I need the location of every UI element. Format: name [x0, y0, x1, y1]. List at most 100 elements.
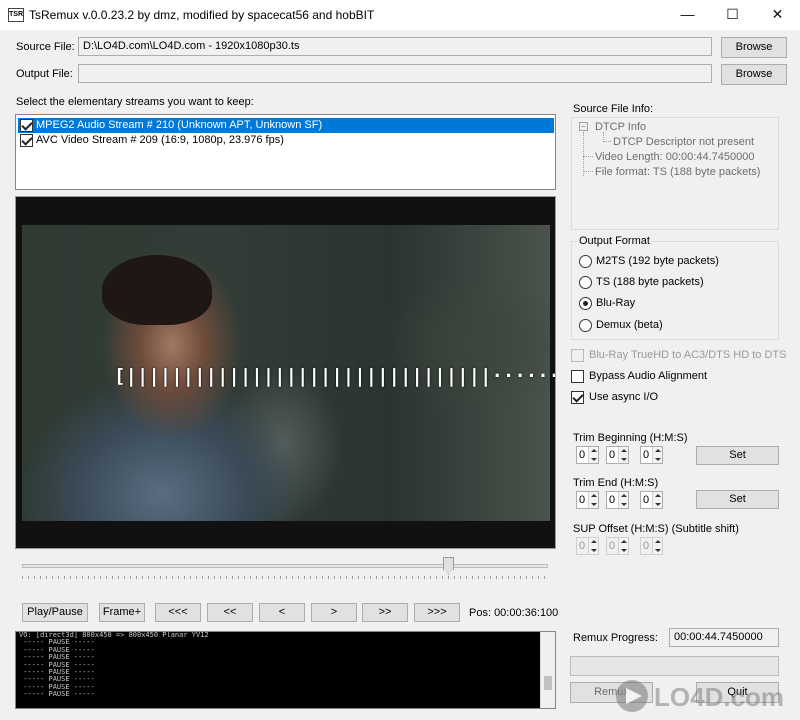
- output-file-field[interactable]: [78, 64, 712, 83]
- video-preview[interactable]: [||||||||||||||||||||||||||||||||······]: [15, 196, 556, 549]
- spin-arrows-icon[interactable]: [652, 492, 662, 508]
- seek-slider[interactable]: [22, 564, 548, 568]
- console-line: ----- PAUSE -----: [19, 682, 95, 691]
- sup-offset-hours-value: 0: [579, 540, 586, 552]
- frame-forward-button[interactable]: Frame+: [99, 603, 145, 622]
- trim-beginning-hours[interactable]: 0: [576, 446, 599, 464]
- lo4d-watermark: LO4D.com: [612, 676, 792, 716]
- forward-3-button[interactable]: >>>: [414, 603, 460, 622]
- console-line: ----- PAUSE -----: [19, 675, 95, 684]
- video-subject: [102, 255, 212, 325]
- sup-offset-seconds-value: 0: [643, 540, 650, 552]
- spin-arrows-icon[interactable]: [588, 538, 598, 554]
- forward-2-button[interactable]: >>: [362, 603, 408, 622]
- radio-ts[interactable]: [579, 276, 592, 289]
- stream-item-video[interactable]: AVC Video Stream # 209 (16:9, 1080p, 23.…: [18, 133, 554, 148]
- bypass-audio-label[interactable]: Bypass Audio Alignment: [589, 370, 707, 382]
- trim-beginning-seconds-value: 0: [643, 449, 650, 461]
- source-info-label: Source File Info:: [573, 103, 654, 115]
- trim-beginning-minutes[interactable]: 0: [606, 446, 629, 464]
- radio-demux-label[interactable]: Demux (beta): [596, 319, 663, 331]
- close-button[interactable]: ✕: [755, 0, 800, 30]
- buffer-indicator: [||||||||||||||||||||||||||||||||······]: [114, 365, 556, 387]
- trim-beginning-seconds[interactable]: 0: [640, 446, 663, 464]
- source-info-tree[interactable]: − DTCP Info DTCP Descriptor not present …: [571, 117, 779, 230]
- trim-end-seconds[interactable]: 0: [640, 491, 663, 509]
- tree-connector: [583, 156, 593, 157]
- spin-arrows-icon[interactable]: [618, 492, 628, 508]
- output-format-group: Output Format M2TS (192 byte packets) TS…: [571, 235, 779, 340]
- console-line: ----- PAUSE -----: [19, 660, 95, 669]
- source-file-label: Source File:: [16, 41, 75, 53]
- output-browse-button[interactable]: Browse: [721, 64, 787, 85]
- radio-bluray-label[interactable]: Blu-Ray: [596, 297, 635, 309]
- radio-ts-label[interactable]: TS (188 byte packets): [596, 276, 704, 288]
- trim-end-minutes-value: 0: [609, 494, 616, 506]
- console-line: ----- PAUSE -----: [19, 690, 95, 699]
- spin-arrows-icon[interactable]: [652, 447, 662, 463]
- spin-arrows-icon[interactable]: [618, 538, 628, 554]
- trim-end-set-button[interactable]: Set: [696, 490, 779, 509]
- trim-end-hours-value: 0: [579, 494, 586, 506]
- console-line: ----- PAUSE -----: [19, 645, 95, 654]
- trim-end-label: Trim End (H:M:S): [573, 477, 659, 489]
- stream-video-label: AVC Video Stream # 209 (16:9, 1080p, 23.…: [36, 134, 284, 146]
- tree-connector: [583, 171, 593, 172]
- bluray-truehd-checkbox[interactable]: [571, 349, 584, 362]
- radio-m2ts-label[interactable]: M2TS (192 byte packets): [596, 255, 719, 267]
- sup-offset-seconds[interactable]: 0: [640, 537, 663, 555]
- rewind-3-button[interactable]: <<<: [155, 603, 201, 622]
- stream-audio-checkbox[interactable]: [20, 119, 33, 132]
- position-label: Pos: 00:00:36:100: [469, 607, 559, 619]
- async-io-label[interactable]: Use async I/O: [589, 391, 658, 403]
- sup-offset-minutes-value: 0: [609, 540, 616, 552]
- trim-end-seconds-value: 0: [643, 494, 650, 506]
- console-scrollbar-thumb[interactable]: [544, 676, 552, 690]
- tree-dtcp-descriptor[interactable]: DTCP Descriptor not present: [613, 136, 754, 148]
- play-pause-button[interactable]: Play/Pause: [22, 603, 88, 622]
- source-file-field[interactable]: D:\LO4D.com\LO4D.com - 1920x1080p30.ts: [78, 37, 712, 56]
- radio-demux[interactable]: [579, 319, 592, 332]
- radio-bluray[interactable]: [579, 297, 592, 310]
- remux-progress-label: Remux Progress:: [573, 632, 658, 644]
- stream-video-checkbox[interactable]: [20, 134, 33, 147]
- maximize-button[interactable]: ☐: [710, 0, 755, 30]
- output-format-title: Output Format: [577, 235, 652, 247]
- spin-arrows-icon[interactable]: [652, 538, 662, 554]
- console-scrollbar[interactable]: [540, 632, 555, 708]
- console-line: ----- PAUSE -----: [19, 668, 95, 677]
- console-output: VO: [direct3d] 800x450 => 800x450 Planar…: [15, 631, 556, 709]
- forward-1-button[interactable]: >: [311, 603, 357, 622]
- console-line: ----- PAUSE -----: [19, 653, 95, 662]
- async-io-checkbox[interactable]: [571, 391, 584, 404]
- remux-progress-bar: [570, 656, 779, 676]
- tree-video-length[interactable]: Video Length: 00:00:44.7450000: [595, 151, 754, 163]
- spin-arrows-icon[interactable]: [618, 447, 628, 463]
- source-browse-button[interactable]: Browse: [721, 37, 787, 58]
- bluray-truehd-label: Blu-Ray TrueHD to AC3/DTS HD to DTS: [589, 349, 787, 361]
- tree-connector: [583, 132, 584, 176]
- sup-offset-label: SUP Offset (H:M:S) (Subtitle shift): [573, 523, 739, 535]
- minimize-button[interactable]: —: [665, 0, 710, 30]
- radio-m2ts[interactable]: [579, 255, 592, 268]
- seek-slider-thumb[interactable]: [443, 557, 454, 575]
- spin-arrows-icon[interactable]: [588, 447, 598, 463]
- trim-beginning-set-button[interactable]: Set: [696, 446, 779, 465]
- trim-end-minutes[interactable]: 0: [606, 491, 629, 509]
- spin-arrows-icon[interactable]: [588, 492, 598, 508]
- seek-slider-ticks: [22, 576, 548, 579]
- trim-beginning-hours-value: 0: [579, 449, 586, 461]
- bypass-audio-checkbox[interactable]: [571, 370, 584, 383]
- trim-end-hours[interactable]: 0: [576, 491, 599, 509]
- streams-list[interactable]: MPEG2 Audio Stream # 210 (Unknown APT, U…: [15, 114, 556, 190]
- rewind-1-button[interactable]: <: [259, 603, 305, 622]
- collapse-icon[interactable]: −: [579, 122, 588, 131]
- tree-file-format[interactable]: File format: TS (188 byte packets): [595, 166, 760, 178]
- stream-item-audio[interactable]: MPEG2 Audio Stream # 210 (Unknown APT, U…: [18, 118, 554, 133]
- sup-offset-minutes[interactable]: 0: [606, 537, 629, 555]
- lo4d-watermark-text: LO4D.com: [654, 682, 785, 712]
- console-line: ----- PAUSE -----: [19, 638, 95, 647]
- rewind-2-button[interactable]: <<: [207, 603, 253, 622]
- video-frame: [||||||||||||||||||||||||||||||||······]: [22, 225, 555, 521]
- sup-offset-hours[interactable]: 0: [576, 537, 599, 555]
